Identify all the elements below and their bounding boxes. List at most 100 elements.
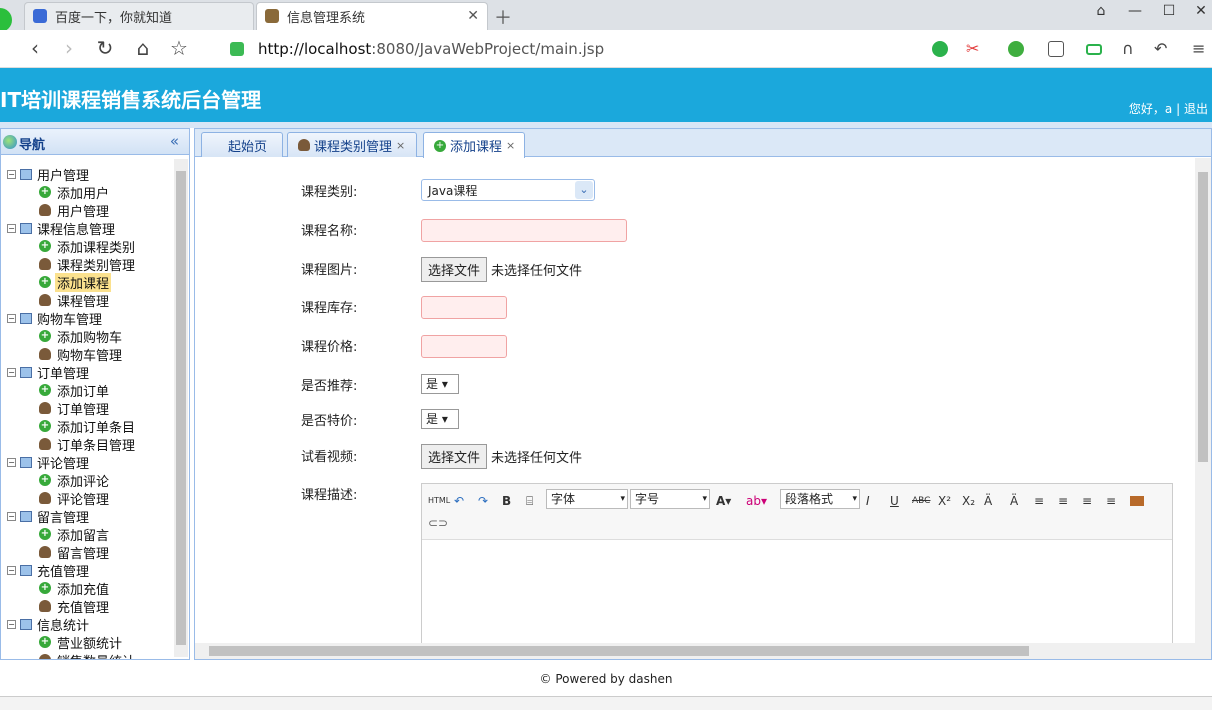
address-bar[interactable]: http://localhost:8080/JavaWebProject/mai… (220, 36, 910, 62)
tree-group[interactable]: − 留言管理 (7, 507, 91, 526)
collapse-toggle-icon[interactable]: − (7, 565, 16, 575)
tree-item[interactable]: 充值管理 (39, 597, 111, 616)
link-icon[interactable]: ⊂⊃ (428, 514, 448, 532)
undo-icon[interactable]: ↶ (454, 492, 464, 510)
subscript-icon[interactable]: X₂ (962, 492, 975, 510)
image-insert-icon[interactable] (1130, 496, 1144, 506)
scrollbar-thumb[interactable] (176, 171, 186, 645)
tree-item[interactable]: 课程类别管理 (39, 255, 137, 274)
tab-home[interactable]: 起始页 (201, 132, 283, 157)
tree-group[interactable]: − 课程信息管理 (7, 219, 117, 238)
tree-item[interactable]: 订单管理 (39, 399, 111, 418)
tree-group[interactable]: − 评论管理 (7, 453, 91, 472)
underline-icon[interactable]: U (890, 492, 899, 510)
tree-item[interactable]: + 添加订单 (39, 381, 111, 400)
stock-input[interactable] (421, 296, 507, 319)
tree-item[interactable]: 订单条目管理 (39, 435, 137, 454)
tree-group[interactable]: − 信息统计 (7, 615, 91, 634)
collapse-toggle-icon[interactable]: − (7, 223, 16, 233)
align-right-icon[interactable]: ≡ (1082, 492, 1092, 510)
collapse-toggle-icon[interactable]: − (7, 511, 16, 521)
menu-icon[interactable]: ≡ (1192, 41, 1208, 57)
align-center-icon[interactable]: ≡ (1058, 492, 1068, 510)
category-select[interactable]: Java课程 ⌄ (421, 179, 595, 201)
tree-item[interactable]: + 添加留言 (39, 525, 111, 544)
tab-add-course[interactable]: + 添加课程 × (423, 132, 525, 158)
tree-item[interactable]: 购物车管理 (39, 345, 124, 364)
italic-icon[interactable]: I (866, 492, 870, 510)
special-select[interactable]: 是 ▾ (421, 409, 459, 429)
course-name-input[interactable] (421, 219, 627, 242)
scrollbar-thumb[interactable] (209, 646, 1029, 656)
tree-group[interactable]: − 用户管理 (7, 165, 91, 184)
tree-item[interactable]: 销售数量统计 (39, 651, 137, 659)
font-family-select[interactable]: 字体 ▾ (546, 489, 628, 509)
price-input[interactable] (421, 335, 507, 358)
apps-grid-icon[interactable] (1048, 41, 1064, 57)
tree-group[interactable]: − 充值管理 (7, 561, 91, 580)
extension-green-icon[interactable] (932, 41, 948, 57)
sidebar-scrollbar[interactable] (174, 159, 188, 657)
tree-item[interactable]: + 添加购物车 (39, 327, 124, 346)
tree-group[interactable]: − 购物车管理 (7, 309, 104, 328)
tree-item[interactable]: + 添加课程类别 (39, 237, 137, 256)
forward-arrow-icon[interactable]: › (58, 38, 80, 58)
close-tab-icon[interactable]: × (506, 139, 515, 152)
tree-item[interactable]: + 营业额统计 (39, 633, 124, 652)
tree-item[interactable]: + 添加订单条目 (39, 417, 137, 436)
redo-icon[interactable]: ↷ (478, 492, 488, 510)
logout-link[interactable]: 退出 (1184, 102, 1208, 116)
recommend-select[interactable]: 是 ▾ (421, 374, 459, 394)
align-left-icon[interactable]: ≡ (1034, 492, 1044, 510)
browser-tab-baidu[interactable]: 百度一下，你就知道 (24, 2, 254, 30)
choose-video-button[interactable]: 选择文件 (421, 444, 488, 469)
select-all-icon[interactable]: Ä (1010, 492, 1018, 510)
battery-icon[interactable] (1086, 44, 1102, 55)
collapse-double-chevron-icon[interactable]: « (170, 132, 179, 150)
collapse-toggle-icon[interactable]: − (7, 457, 16, 467)
content-horizontal-scrollbar[interactable] (195, 643, 1211, 659)
html-source-button[interactable]: HTML (428, 492, 450, 510)
browser-tab-system[interactable]: 信息管理系统 ✕ (256, 2, 488, 30)
tree-item[interactable]: 留言管理 (39, 543, 111, 562)
clear-format-icon[interactable]: Ä (984, 492, 992, 510)
headphones-icon[interactable]: ∩ (1122, 41, 1138, 57)
paragraph-format-select[interactable]: 段落格式 ▾ (780, 489, 860, 509)
justify-icon[interactable]: ≡ (1106, 492, 1116, 510)
font-color-icon[interactable]: A▾ (716, 492, 731, 510)
tree-item[interactable]: + 添加评论 (39, 471, 111, 490)
tree-item[interactable]: + 添加充值 (39, 579, 111, 598)
tree-item[interactable]: + 添加课程 (39, 272, 112, 292)
scissors-icon[interactable]: ✂ (966, 41, 982, 57)
scrollbar-thumb[interactable] (1198, 172, 1208, 462)
highlight-icon[interactable]: ab▾ (746, 492, 767, 510)
shirt-skin-icon[interactable]: ⌂ (1090, 3, 1112, 19)
back-arrow-icon[interactable]: ‹ (24, 38, 46, 58)
reload-icon[interactable]: ↻ (94, 38, 116, 58)
collapse-toggle-icon[interactable]: − (7, 367, 16, 377)
tree-item[interactable]: + 添加用户 (39, 183, 111, 202)
star-icon[interactable]: ☆ (168, 38, 190, 58)
yen-icon[interactable] (1008, 41, 1024, 57)
tree-group[interactable]: − 订单管理 (7, 363, 91, 382)
tree-item[interactable]: 评论管理 (39, 489, 111, 508)
strikethrough-icon[interactable]: ABC (912, 492, 930, 510)
collapse-toggle-icon[interactable]: − (7, 313, 16, 323)
close-tab-icon[interactable]: × (396, 139, 405, 152)
collapse-toggle-icon[interactable]: − (7, 169, 16, 179)
undo-icon[interactable]: ↶ (1154, 41, 1170, 57)
font-size-select[interactable]: 字号 ▾ (630, 489, 710, 509)
format-brush-icon[interactable]: ⌸ (526, 492, 533, 510)
collapse-toggle-icon[interactable]: − (7, 619, 16, 629)
new-tab-button[interactable]: ＋ (494, 4, 512, 30)
tree-item[interactable]: 用户管理 (39, 201, 111, 220)
tab-category-manage[interactable]: 课程类别管理 × (287, 132, 417, 157)
maximize-button[interactable]: ☐ (1158, 3, 1180, 19)
choose-image-button[interactable]: 选择文件 (421, 257, 488, 282)
close-window-button[interactable]: ✕ (1190, 3, 1212, 19)
superscript-icon[interactable]: X² (938, 492, 951, 510)
bold-icon[interactable]: B (502, 492, 511, 510)
close-tab-icon[interactable]: ✕ (467, 8, 479, 24)
content-vertical-scrollbar[interactable] (1195, 158, 1211, 643)
home-icon[interactable]: ⌂ (132, 38, 154, 58)
